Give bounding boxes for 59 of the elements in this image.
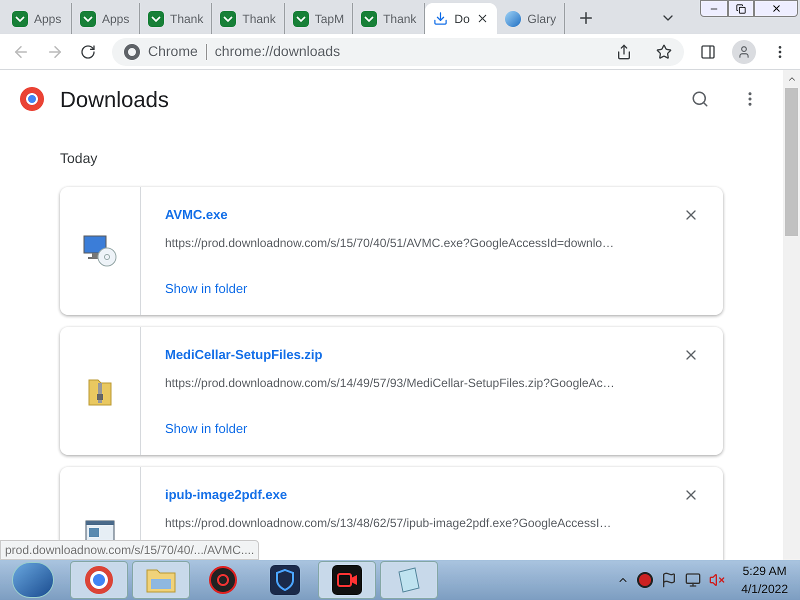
file-name-link[interactable]: MediCellar-SetupFiles.zip	[165, 345, 322, 364]
close-icon	[770, 3, 782, 14]
close-icon[interactable]	[476, 12, 490, 25]
reload-icon[interactable]	[80, 44, 96, 60]
sheet-icon	[292, 10, 309, 26]
address-bar[interactable]: Chrome chrome://downloads	[112, 38, 684, 66]
profile-icon[interactable]	[732, 40, 756, 64]
show-in-folder-link[interactable]: Show in folder	[165, 418, 248, 438]
clock-time[interactable]: 5:29 AM	[742, 562, 787, 580]
status-bubble: prod.downloadnow.com/s/15/70/40/.../AVMC....	[0, 540, 260, 560]
file-url: https://prod.downloadnow.com/s/14/49/57/93/MediCellar-SetupFiles.zip?GoogleAc…	[165, 374, 616, 392]
file-url: https://prod.downloadnow.com/s/15/70/40/51/AVMC.exe?GoogleAccessId=downlo…	[165, 234, 616, 252]
sheet-icon	[361, 10, 378, 26]
close-button[interactable]	[754, 0, 798, 17]
search-icon[interactable]	[691, 90, 709, 108]
muted-speaker-icon[interactable]	[709, 572, 726, 588]
clock-date[interactable]: 4/1/2022	[741, 580, 788, 598]
network-icon[interactable]	[685, 572, 702, 588]
scroll-thumb[interactable]	[785, 88, 798, 236]
restore-button[interactable]	[728, 0, 754, 17]
show-in-folder-link[interactable]: Show in folder	[165, 278, 248, 298]
page-title: Downloads	[60, 86, 169, 114]
browser-tab[interactable]: Do	[425, 3, 498, 34]
tab-title: Thank	[242, 10, 276, 28]
tab-title: Thank	[383, 10, 416, 28]
sheet-icon	[80, 10, 96, 26]
computer-disc-icon	[83, 235, 117, 267]
site-label: Chrome	[148, 42, 198, 61]
bookmark-star-icon[interactable]	[656, 44, 672, 60]
url-text: chrome://downloads	[214, 42, 340, 61]
tab-title: Apps	[102, 10, 130, 28]
file-url: https://prod.downloadnow.com/s/13/48/62/57/ipub-image2pdf.exe?GoogleAccessI…	[165, 514, 612, 532]
tab-title: Apps	[34, 10, 62, 28]
sheet-icon	[12, 10, 28, 26]
shield-icon	[270, 565, 300, 595]
tab-title: TapM	[314, 10, 344, 28]
file-name-link[interactable]: ipub-image2pdf.exe	[165, 485, 288, 504]
folder-icon	[146, 567, 176, 593]
tab-title: Thank	[170, 10, 204, 28]
tray-app-icon[interactable]	[637, 572, 654, 588]
sheet-icon	[148, 10, 164, 26]
chrome-logo-icon	[20, 87, 44, 111]
restore-icon	[736, 4, 746, 14]
taskbar-app[interactable]	[318, 561, 376, 599]
chrome-logo-icon	[124, 44, 140, 60]
video-camera-icon	[332, 565, 362, 595]
tab-title: Do	[454, 10, 470, 28]
flag-icon[interactable]	[661, 572, 678, 588]
download-icon	[433, 11, 448, 26]
share-icon[interactable]	[616, 44, 632, 60]
sheet-icon	[220, 10, 236, 26]
globe-icon	[505, 10, 522, 26]
chrome-icon	[85, 566, 113, 594]
section-heading: Today	[60, 149, 98, 168]
start-button[interactable]	[12, 562, 54, 598]
tab-title: Glary	[527, 10, 556, 28]
file-name-link[interactable]: AVMC.exe	[165, 205, 228, 224]
window-icon	[85, 520, 115, 542]
side-panel-icon[interactable]	[700, 44, 716, 60]
